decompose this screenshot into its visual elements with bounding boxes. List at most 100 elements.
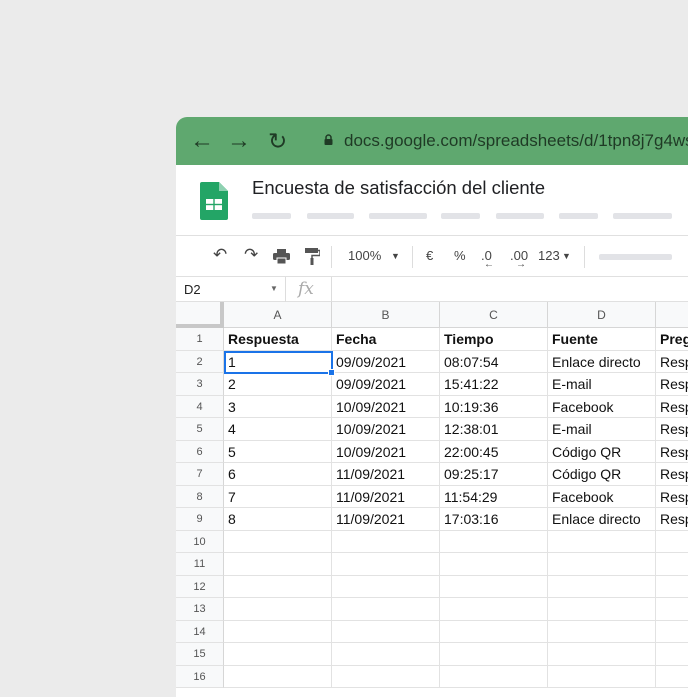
cell[interactable]: 12:38:01 [440, 418, 548, 441]
menu-edit[interactable] [307, 213, 354, 219]
reload-icon[interactable]: ↻ [268, 129, 287, 153]
cell[interactable] [332, 665, 440, 688]
cell[interactable]: 08:07:54 [440, 350, 548, 373]
header-cell[interactable]: Fuente [548, 328, 656, 351]
cell[interactable]: Enlace directo [548, 508, 656, 531]
undo-icon[interactable]: ↶ [213, 245, 227, 265]
cell[interactable] [440, 575, 548, 598]
fill-handle[interactable] [328, 369, 335, 376]
cell[interactable] [548, 665, 656, 688]
cell[interactable]: 15:41:22 [440, 373, 548, 396]
cell[interactable] [224, 620, 332, 643]
cell[interactable] [656, 598, 688, 621]
cell[interactable]: Facebook [548, 395, 656, 418]
doc-title[interactable]: Encuesta de satisfacción del cliente [252, 177, 545, 199]
cell[interactable]: 2 [224, 373, 332, 396]
cell[interactable] [224, 530, 332, 553]
row-header[interactable]: 6 [176, 440, 224, 463]
cell[interactable]: 11/09/2021 [332, 463, 440, 486]
cell[interactable]: Resp [656, 463, 688, 486]
cell[interactable]: Resp [656, 351, 688, 373]
row-header[interactable]: 11 [176, 553, 224, 576]
row-header[interactable]: 2 [176, 350, 224, 373]
cell[interactable]: Resp [656, 486, 688, 508]
menu-view[interactable] [369, 213, 427, 219]
cell[interactable] [656, 643, 688, 666]
cell[interactable]: E-mail [548, 418, 656, 441]
back-icon[interactable]: ← [190, 129, 214, 153]
menu-insert[interactable] [441, 213, 480, 219]
row-header[interactable]: 14 [176, 620, 224, 643]
cell[interactable] [332, 553, 440, 576]
menu-tools[interactable] [613, 213, 672, 219]
column-header[interactable]: D [548, 302, 656, 328]
cell[interactable] [656, 621, 688, 643]
cell[interactable]: Código QR [548, 463, 656, 486]
chevron-down-icon[interactable]: ▼ [270, 284, 278, 293]
row-header[interactable]: 3 [176, 373, 224, 396]
paint-format-icon[interactable] [305, 248, 320, 265]
cell[interactable]: 09:25:17 [440, 463, 548, 486]
cell[interactable]: Resp [656, 396, 688, 418]
row-header[interactable]: 5 [176, 418, 224, 441]
cell[interactable] [548, 598, 656, 621]
cell[interactable] [440, 643, 548, 666]
zoom-select[interactable]: 100% [348, 248, 381, 263]
cell[interactable] [548, 553, 656, 576]
cell[interactable]: 10/09/2021 [332, 440, 440, 463]
cell[interactable] [548, 643, 656, 666]
row-header[interactable]: 4 [176, 395, 224, 418]
row-header[interactable]: 15 [176, 643, 224, 666]
cell[interactable]: Facebook [548, 485, 656, 508]
column-header[interactable]: C [440, 302, 548, 328]
print-icon[interactable] [273, 249, 290, 264]
cell[interactable] [656, 553, 688, 576]
row-header[interactable]: 12 [176, 575, 224, 598]
cell[interactable] [656, 576, 688, 598]
cell[interactable] [548, 530, 656, 553]
cell[interactable] [440, 530, 548, 553]
menu-format[interactable] [496, 213, 544, 219]
cell[interactable] [224, 598, 332, 621]
row-header[interactable]: 16 [176, 665, 224, 688]
row-header[interactable]: 1 [176, 328, 224, 351]
cell[interactable]: 22:00:45 [440, 440, 548, 463]
row-header[interactable]: 9 [176, 508, 224, 531]
cell[interactable]: 3 [224, 395, 332, 418]
cell[interactable]: Resp [656, 441, 688, 463]
cell[interactable] [440, 598, 548, 621]
cell[interactable] [548, 620, 656, 643]
name-box[interactable]: D2 [184, 282, 201, 297]
menu-data[interactable] [559, 213, 598, 219]
header-cell[interactable]: Fecha [332, 328, 440, 351]
cell[interactable] [332, 643, 440, 666]
chevron-down-icon[interactable]: ▼ [391, 251, 400, 261]
cell[interactable]: 11/09/2021 [332, 485, 440, 508]
cell[interactable] [224, 553, 332, 576]
url-field[interactable]: docs.google.com/spreadsheets/d/1tpn8j7g4… [344, 131, 688, 151]
cell[interactable] [440, 553, 548, 576]
cell[interactable]: 7 [224, 485, 332, 508]
chevron-down-icon[interactable]: ▼ [562, 251, 571, 261]
cell[interactable] [656, 666, 688, 688]
cell[interactable] [224, 575, 332, 598]
cell[interactable]: 11:54:29 [440, 485, 548, 508]
cell[interactable]: 10/09/2021 [332, 395, 440, 418]
cell[interactable]: Código QR [548, 440, 656, 463]
row-header[interactable]: 10 [176, 530, 224, 553]
header-cell[interactable]: Respuesta [224, 328, 332, 351]
currency-button[interactable]: € [426, 248, 433, 263]
percent-button[interactable]: % [454, 248, 466, 263]
cell[interactable]: Resp [656, 418, 688, 441]
row-header[interactable]: 7 [176, 463, 224, 486]
redo-icon[interactable]: ↷ [244, 245, 258, 265]
row-header[interactable]: 13 [176, 598, 224, 621]
cell[interactable]: E-mail [548, 373, 656, 396]
row-header[interactable]: 8 [176, 485, 224, 508]
menu-file[interactable] [252, 213, 291, 219]
cell[interactable] [440, 665, 548, 688]
cell[interactable]: 09/09/2021 [332, 373, 440, 396]
cell[interactable]: 8 [224, 508, 332, 531]
column-header[interactable]: A [224, 302, 332, 328]
format-select[interactable]: 123 [538, 248, 560, 263]
